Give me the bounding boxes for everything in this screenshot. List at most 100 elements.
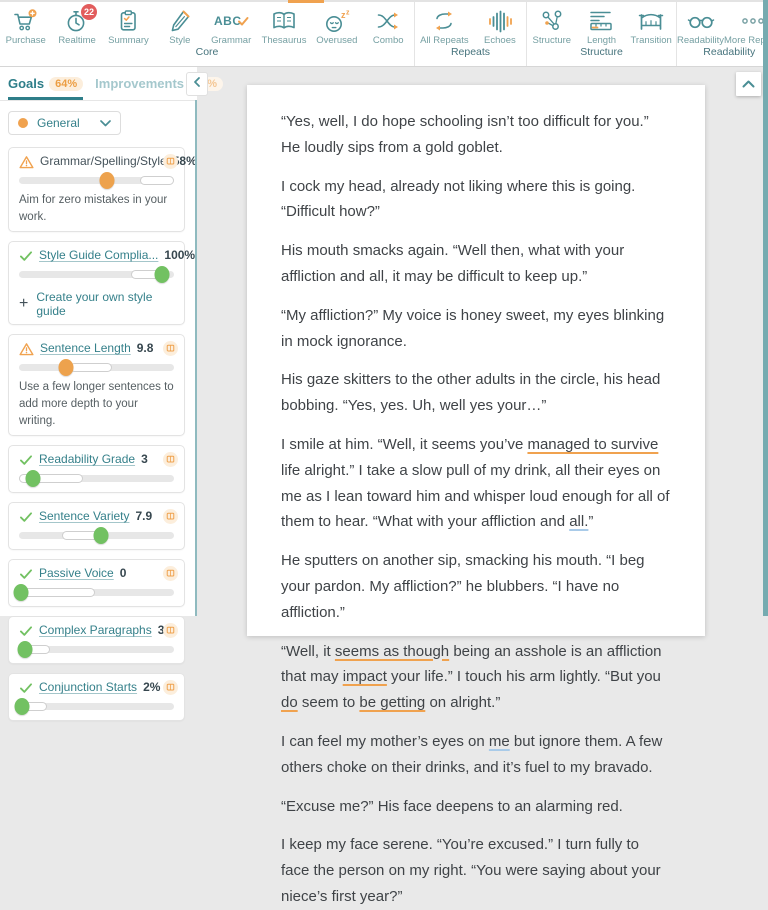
goal-card-sentence-variety: Sentence Variety 7.9	[8, 502, 185, 550]
style-guide-compliance-value: 100%	[164, 248, 195, 263]
check-icon	[19, 625, 33, 637]
passive-voice-title[interactable]: Passive Voice	[39, 566, 114, 581]
goal-card-style-guide-compliance: Style Guide Complia...100%+Create your o…	[8, 241, 185, 325]
ruler-icon	[587, 7, 615, 35]
sidebar-tabs: Goals 64% Improvements 64%	[0, 67, 197, 101]
sentence-variety-value: 7.9	[136, 509, 153, 524]
sentence-length-value: 9.8	[137, 341, 154, 356]
doc-paragraph: “Well, it seems as though being an assho…	[281, 639, 671, 716]
doc-text: “My affliction?” My voice is honey sweet…	[281, 307, 664, 350]
document-page[interactable]: “Yes, well, I do hope schooling isn’t to…	[247, 85, 705, 636]
tooltip-icon[interactable]	[163, 566, 178, 581]
complex-paragraphs-title[interactable]: Complex Paragraphs	[39, 623, 152, 638]
transition-button[interactable]: Transition	[630, 7, 672, 46]
toolbar-group-repeats: All RepeatsEchoesRepeats	[414, 2, 526, 66]
check-icon	[19, 511, 33, 523]
highlighted-suggestion[interactable]: all.	[569, 513, 588, 530]
svg-text:z: z	[346, 10, 350, 17]
grammar-spelling-style-slider	[19, 173, 174, 188]
tooltip-icon[interactable]	[163, 341, 178, 356]
tooltip-icon[interactable]	[163, 623, 178, 638]
tab-goals[interactable]: Goals 64%	[8, 67, 83, 100]
chevron-down-icon	[100, 114, 111, 132]
grammar-label: Grammar	[211, 35, 251, 46]
sentence-length-title[interactable]: Sentence Length	[40, 341, 131, 356]
goal-card-list: Grammar/Spelling/Style58%Aim for zero mi…	[0, 147, 197, 721]
conjunction-starts-title[interactable]: Conjunction Starts	[39, 680, 137, 695]
doc-paragraph: “My affliction?” My voice is honey sweet…	[281, 303, 671, 355]
check-icon	[19, 250, 33, 262]
doc-text: I smile at him. “Well, it seems you’ve	[281, 436, 527, 453]
complex-paragraphs-slider	[19, 642, 174, 657]
purchase-button[interactable]: Purchase	[5, 7, 47, 46]
right-panel-edge	[763, 0, 768, 616]
highlighted-suggestion[interactable]: do	[281, 694, 298, 711]
doc-text: His mouth smacks again. “Well then, what…	[281, 242, 624, 285]
toolbar-group-core: Purchase 22 Realtime Summary Style ABCGrammar…	[0, 2, 414, 66]
scroll-up-button[interactable]	[736, 72, 761, 96]
create-style-guide-label: Create your own style guide	[36, 290, 174, 318]
slider-handle[interactable]	[13, 584, 28, 601]
all-repeats-label: All Repeats	[420, 35, 469, 46]
goal-preset-dropdown[interactable]: General	[8, 111, 121, 135]
toolbar-group-readability: ReadabilityMore ReportsReadability	[676, 2, 768, 66]
doc-text: I cock my head, already not liking where…	[281, 178, 635, 221]
passive-voice-value: 0	[120, 566, 127, 581]
highlighted-suggestion[interactable]: be getting	[359, 694, 425, 711]
pen-icon	[167, 7, 193, 35]
sidebar-divider	[195, 100, 197, 616]
all-repeats-button[interactable]: All Repeats	[420, 7, 469, 46]
highlighted-suggestion[interactable]: seems as though	[335, 643, 449, 660]
realtime-count-badge: 22	[81, 4, 97, 20]
grammar-spelling-style-title[interactable]: Grammar/Spelling/Style	[40, 154, 167, 169]
doc-text: your life.” I touch his arm lightly. “Bu…	[387, 668, 661, 685]
tooltip-icon[interactable]	[163, 452, 178, 467]
goal-card-conjunction-starts: Conjunction Starts2%	[8, 673, 185, 721]
slider-handle[interactable]	[100, 172, 115, 189]
realtime-button[interactable]: 22 Realtime	[56, 7, 98, 46]
thesaurus-button[interactable]: Thesaurus	[262, 7, 307, 46]
structure-label: Structure	[533, 35, 572, 46]
slider-handle[interactable]	[15, 698, 30, 715]
slider-target-range	[70, 363, 112, 372]
abc-check-icon: ABC	[213, 7, 249, 35]
highlighted-suggestion[interactable]: me	[489, 733, 510, 750]
tooltip-icon[interactable]	[163, 154, 178, 169]
more-reports-button[interactable]: More Reports	[724, 7, 768, 46]
highlighted-suggestion[interactable]: managed to survive	[527, 436, 658, 453]
glasses-icon	[686, 7, 716, 35]
combo-button[interactable]: Combo	[367, 7, 409, 46]
length-button[interactable]: Length	[580, 7, 622, 46]
realtime-label: Realtime	[58, 35, 96, 46]
doc-paragraph: I can feel my mother’s eyes on me but ig…	[281, 729, 671, 781]
echoes-label: Echoes	[484, 35, 516, 46]
tooltip-icon[interactable]	[163, 509, 178, 524]
doc-paragraph: “Excuse me?” His face deepens to an alar…	[281, 794, 671, 820]
warning-icon	[19, 342, 34, 356]
style-button[interactable]: Style	[159, 7, 201, 46]
highlighted-suggestion[interactable]: impact	[343, 668, 387, 685]
slider-handle[interactable]	[154, 266, 169, 283]
overused-button[interactable]: zzOverused	[316, 7, 358, 46]
slider-handle[interactable]	[58, 359, 73, 376]
readability-grade-title[interactable]: Readability Grade	[39, 452, 135, 467]
slider-handle[interactable]	[18, 641, 33, 658]
slider-handle[interactable]	[25, 470, 40, 487]
style-label: Style	[169, 35, 190, 46]
check-icon	[19, 568, 33, 580]
echoes-button[interactable]: Echoes	[479, 7, 521, 46]
summary-button[interactable]: Summary	[107, 7, 149, 46]
readability-button[interactable]: Readability	[677, 7, 724, 46]
chevron-left-icon	[192, 75, 202, 93]
style-guide-compliance-title[interactable]: Style Guide Complia...	[39, 248, 158, 263]
tooltip-icon[interactable]	[163, 680, 178, 695]
structure-button[interactable]: Structure	[531, 7, 573, 46]
grammar-button[interactable]: ABCGrammar	[210, 7, 252, 46]
doc-paragraph: I smile at him. “Well, it seems you’ve m…	[281, 432, 671, 535]
sentence-variety-title[interactable]: Sentence Variety	[39, 509, 130, 524]
create-style-guide-link[interactable]: +Create your own style guide	[19, 290, 174, 318]
doc-text: His gaze skitters to the other adults in…	[281, 371, 660, 414]
slider-handle[interactable]	[94, 527, 109, 544]
sidebar-collapse-button[interactable]	[186, 72, 208, 96]
doc-text: I can feel my mother’s eyes on	[281, 733, 489, 750]
